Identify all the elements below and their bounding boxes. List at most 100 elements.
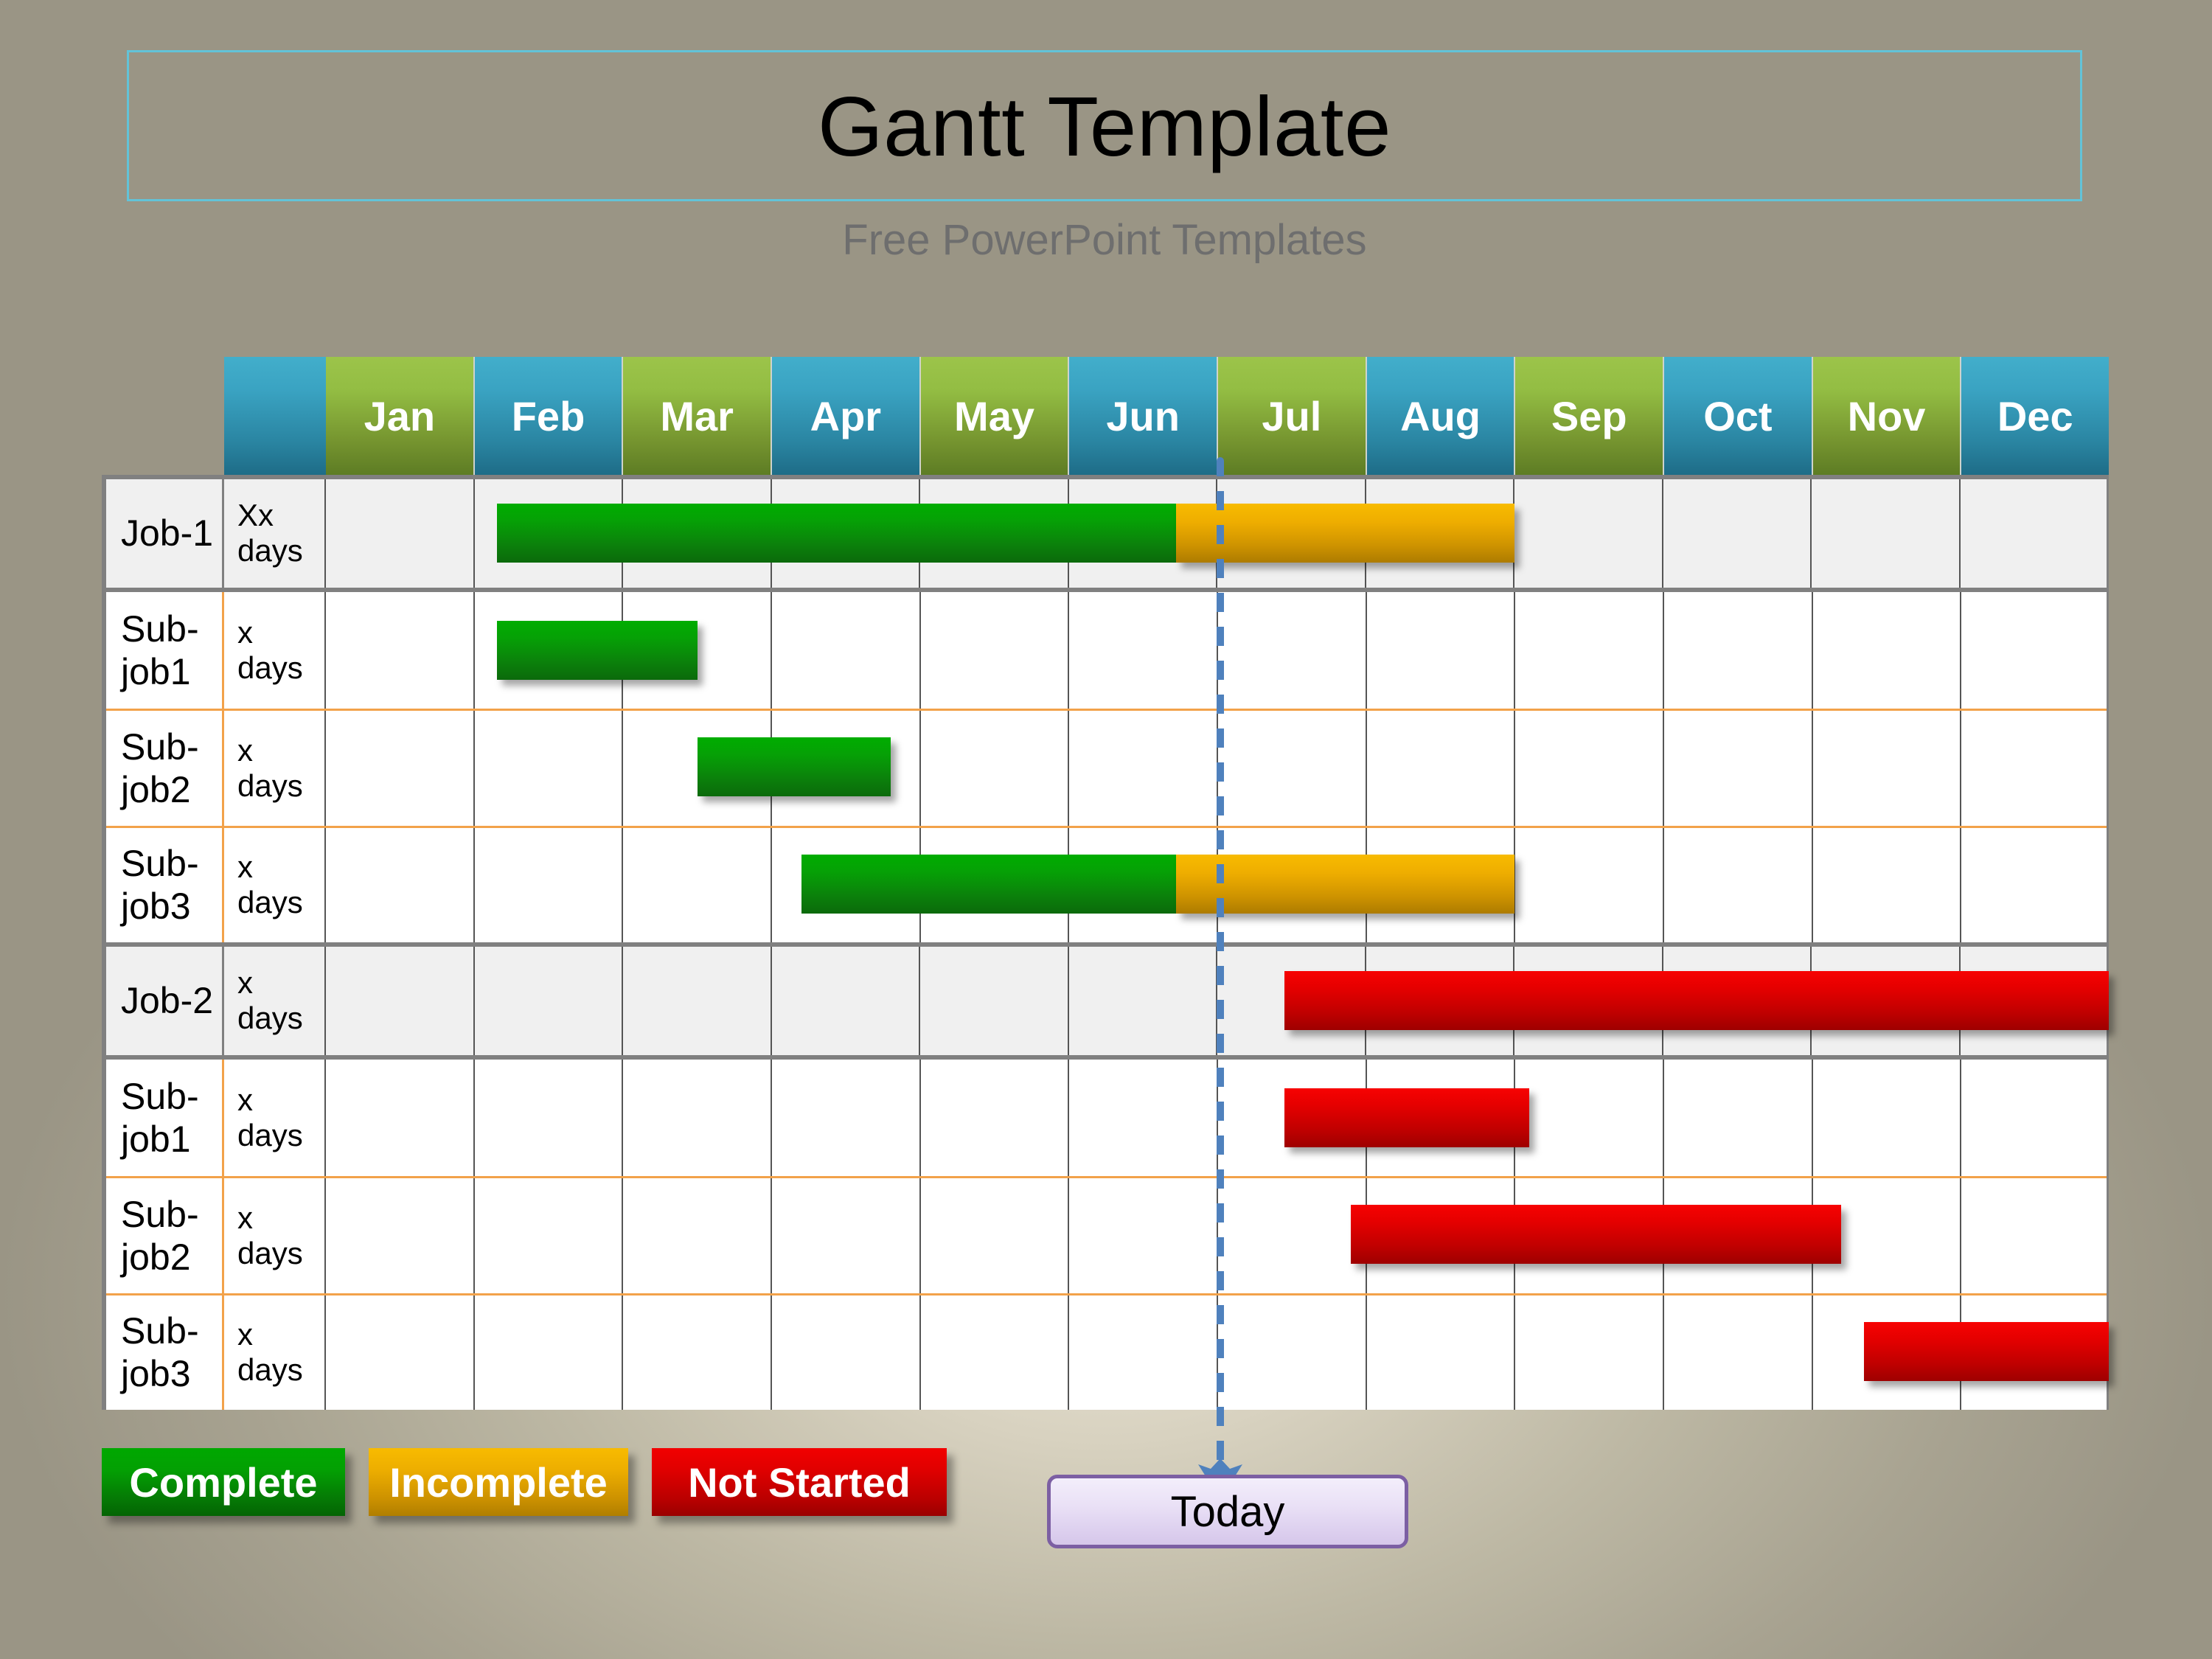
timeline-cell[interactable]: [1515, 591, 1665, 709]
timeline-cell[interactable]: [1664, 1178, 1813, 1293]
timeline-cell[interactable]: [1812, 479, 1961, 588]
timeline-cell[interactable]: [1515, 1178, 1665, 1293]
table-row[interactable]: Job-2 x days: [102, 942, 2109, 1060]
timeline-cell[interactable]: [921, 1295, 1070, 1410]
timeline-cell[interactable]: [1366, 947, 1514, 1055]
timeline-cell[interactable]: [1069, 1295, 1219, 1410]
timeline-cell[interactable]: [1961, 592, 2109, 709]
timeline-cell[interactable]: [623, 711, 773, 826]
timeline-cell[interactable]: [1515, 711, 1665, 826]
timeline-cell[interactable]: [326, 947, 475, 1055]
timeline-cell[interactable]: [1218, 1059, 1367, 1176]
timeline-cell[interactable]: [623, 479, 772, 588]
timeline-cell[interactable]: [772, 479, 920, 588]
timeline-cell[interactable]: [772, 947, 920, 1055]
timeline-cell[interactable]: [1069, 479, 1217, 588]
timeline-cell[interactable]: [921, 711, 1070, 826]
timeline-cell[interactable]: [1367, 1059, 1516, 1176]
month-header-jul[interactable]: Jul: [1218, 357, 1367, 475]
timeline-cell[interactable]: [326, 1295, 475, 1410]
timeline-cell[interactable]: [1961, 1178, 2109, 1293]
timeline-cell[interactable]: [326, 827, 475, 942]
timeline-cell[interactable]: [772, 591, 921, 709]
timeline-cell[interactable]: [1217, 947, 1366, 1055]
timeline-cell[interactable]: [1664, 591, 1813, 709]
timeline-cell[interactable]: [921, 1178, 1070, 1293]
timeline-cell[interactable]: [1367, 1178, 1516, 1293]
timeline-cell[interactable]: [1069, 1178, 1219, 1293]
timeline-cell[interactable]: [326, 711, 475, 826]
month-header-jan[interactable]: Jan: [326, 357, 475, 475]
timeline-cell[interactable]: [1812, 947, 1961, 1055]
timeline-cell[interactable]: [1813, 1059, 1962, 1176]
timeline-cell[interactable]: [475, 947, 623, 1055]
timeline-cell[interactable]: [1664, 1059, 1813, 1176]
timeline-cell[interactable]: [1367, 591, 1516, 709]
timeline-cell[interactable]: [772, 711, 921, 826]
today-label-box[interactable]: Today: [1047, 1475, 1408, 1548]
timeline-cell[interactable]: [772, 1295, 921, 1410]
month-header-jun[interactable]: Jun: [1069, 357, 1219, 475]
timeline-cell[interactable]: [1514, 479, 1663, 588]
timeline-cell[interactable]: [1366, 479, 1514, 588]
table-row[interactable]: Sub-job2 x days: [102, 1176, 2109, 1293]
timeline-cell[interactable]: [1218, 827, 1367, 942]
timeline-cell[interactable]: [623, 947, 772, 1055]
timeline-cell[interactable]: [1664, 711, 1813, 826]
timeline-cell[interactable]: [623, 827, 773, 942]
timeline-cell[interactable]: [1813, 1178, 1962, 1293]
timeline-cell[interactable]: [1069, 947, 1217, 1055]
timeline-cell[interactable]: [475, 479, 623, 588]
timeline-cell[interactable]: [623, 1059, 773, 1176]
timeline-cell[interactable]: [475, 1295, 624, 1410]
timeline-cell[interactable]: [1664, 827, 1813, 942]
timeline-cell[interactable]: [1515, 827, 1665, 942]
timeline-cell[interactable]: [475, 827, 624, 942]
timeline-cell[interactable]: [1961, 1060, 2109, 1177]
month-header-sep[interactable]: Sep: [1515, 357, 1665, 475]
timeline-cell[interactable]: [326, 1059, 475, 1176]
timeline-cell[interactable]: [920, 479, 1069, 588]
legend-not-started-button[interactable]: Not Started: [652, 1448, 947, 1516]
timeline-cell[interactable]: [1367, 827, 1516, 942]
timeline-cell[interactable]: [1514, 947, 1663, 1055]
timeline-cell[interactable]: [475, 591, 624, 709]
timeline-cell[interactable]: [1069, 591, 1219, 709]
month-header-aug[interactable]: Aug: [1366, 357, 1516, 475]
timeline-cell[interactable]: [326, 479, 475, 588]
month-header-may[interactable]: May: [920, 357, 1070, 475]
month-header-oct[interactable]: Oct: [1664, 357, 1813, 475]
timeline-cell[interactable]: [921, 827, 1070, 942]
timeline-cell[interactable]: [921, 591, 1070, 709]
month-header-mar[interactable]: Mar: [623, 357, 773, 475]
timeline-cell[interactable]: [326, 591, 475, 709]
timeline-cell[interactable]: [920, 947, 1069, 1055]
timeline-cell[interactable]: [1515, 1295, 1665, 1410]
month-header-dec[interactable]: Dec: [1961, 357, 2110, 475]
timeline-cell[interactable]: [1663, 479, 1812, 588]
timeline-cell[interactable]: [475, 1178, 624, 1293]
timeline-cell[interactable]: [772, 1059, 921, 1176]
timeline-cell[interactable]: [1961, 828, 2109, 943]
timeline-cell[interactable]: [623, 1295, 773, 1410]
timeline-cell[interactable]: [1664, 1295, 1813, 1410]
timeline-cell[interactable]: [1961, 1295, 2109, 1411]
month-header-apr[interactable]: Apr: [772, 357, 921, 475]
timeline-cell[interactable]: [1367, 1295, 1516, 1410]
table-row[interactable]: Sub-job1 x days: [102, 591, 2109, 709]
timeline-cell[interactable]: [326, 1178, 475, 1293]
timeline-cell[interactable]: [1218, 711, 1367, 826]
timeline-cell[interactable]: [1069, 827, 1219, 942]
timeline-cell[interactable]: [1961, 479, 2109, 588]
table-row[interactable]: Sub-job1 x days: [102, 1059, 2109, 1177]
timeline-cell[interactable]: [475, 711, 624, 826]
timeline-cell[interactable]: [1218, 1178, 1367, 1293]
timeline-cell[interactable]: [475, 1059, 624, 1176]
timeline-cell[interactable]: [1069, 711, 1219, 826]
legend-incomplete-button[interactable]: Incomplete: [369, 1448, 628, 1516]
month-header-feb[interactable]: Feb: [474, 357, 624, 475]
timeline-cell[interactable]: [1961, 711, 2109, 826]
timeline-cell[interactable]: [623, 591, 773, 709]
timeline-cell[interactable]: [1515, 1059, 1665, 1176]
timeline-cell[interactable]: [1218, 1295, 1367, 1410]
